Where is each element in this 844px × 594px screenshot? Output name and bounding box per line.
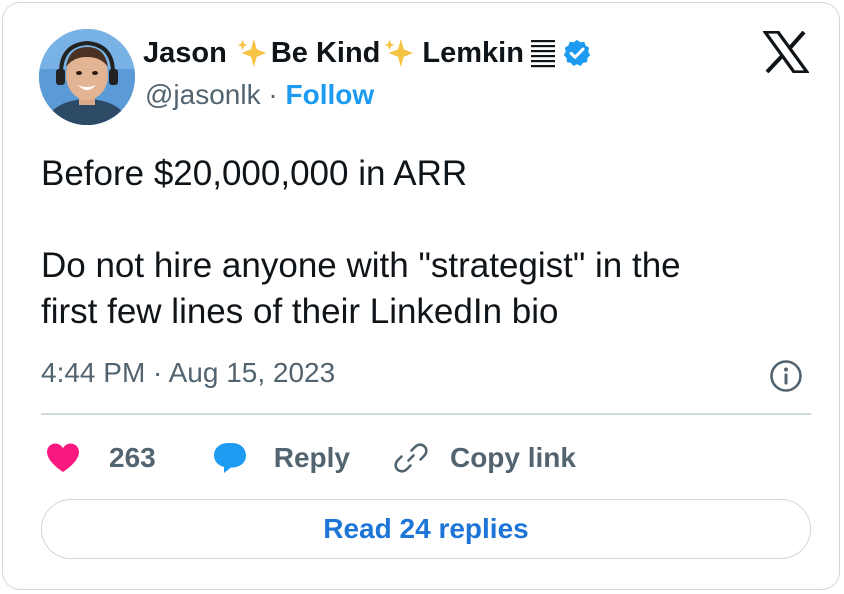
- tweet-text-line: first few lines of their LinkedIn bio: [41, 292, 559, 331]
- verified-badge-icon: [563, 39, 591, 66]
- avatar-image: [39, 29, 135, 125]
- author-handle[interactable]: @jasonlk: [145, 79, 261, 110]
- reply-label: Reply: [273, 442, 350, 473]
- tweet-paragraph-gap: [41, 197, 801, 243]
- tweet-timestamp[interactable]: 4:44 PM · Aug 15, 2023: [41, 357, 335, 389]
- handle-separator: ·: [260, 79, 286, 110]
- link-icon: [394, 443, 428, 473]
- like-count: 263: [109, 442, 156, 473]
- tweet-text-line: Before $20,000,000 in ARR: [41, 154, 468, 193]
- reply-bubble-icon: [213, 443, 246, 473]
- sparkle-icon: [237, 38, 266, 68]
- sparkle-icon: [385, 38, 414, 68]
- author-name-middle[interactable]: Be Kind: [271, 37, 381, 70]
- action-bar: 263 Reply Copy link: [45, 435, 576, 481]
- tweet-text: Before $20,000,000 in ARR Do not hire an…: [41, 151, 801, 335]
- tweet-text-line: Do not hire anyone with "strategist" in …: [41, 246, 681, 285]
- author-name-last[interactable]: Lemkin: [422, 37, 524, 70]
- author-name-row[interactable]: Jason Be Kind Lemkin: [143, 33, 592, 73]
- copy-link-label: Copy link: [449, 442, 576, 473]
- follow-button[interactable]: Follow: [285, 79, 374, 110]
- copy-link-button[interactable]: Copy link: [394, 441, 576, 475]
- x-logo-icon[interactable]: [763, 31, 809, 73]
- avatar[interactable]: [39, 29, 135, 125]
- reply-button[interactable]: Reply: [212, 441, 350, 475]
- list-icon: [530, 40, 555, 68]
- info-icon[interactable]: [769, 359, 803, 393]
- author-name-first[interactable]: Jason: [143, 37, 227, 70]
- read-replies-button[interactable]: Read 24 replies: [41, 499, 811, 559]
- tweet-card: Jason Be Kind Lemkin @jasonlk · Follow B…: [2, 2, 840, 590]
- like-button[interactable]: 263: [45, 442, 156, 474]
- divider: [41, 413, 811, 415]
- heart-icon: [47, 443, 79, 472]
- author-handle-row: @jasonlk · Follow: [145, 79, 374, 111]
